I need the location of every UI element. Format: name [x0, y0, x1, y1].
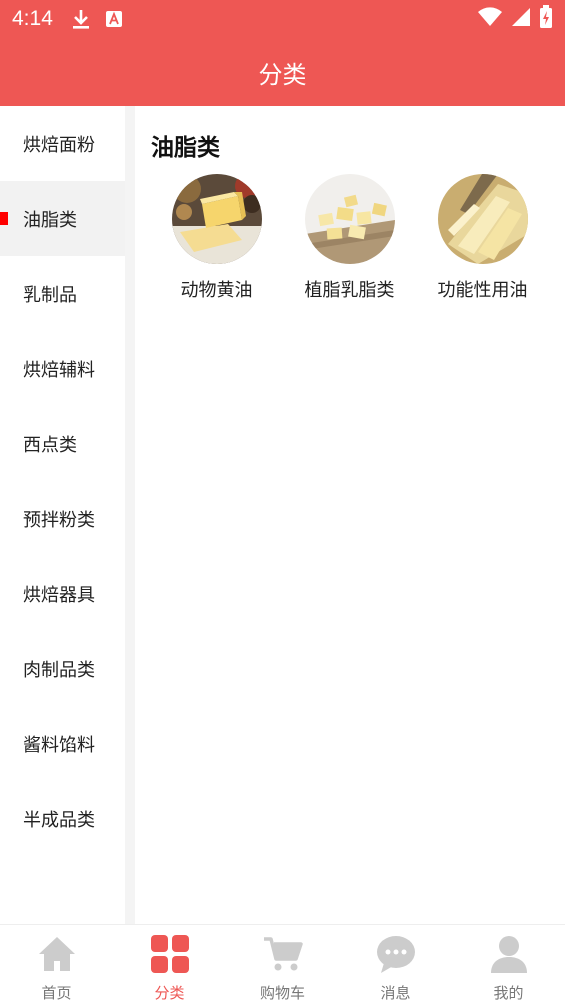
sidebar-item-label: 半成品类: [23, 809, 95, 831]
sidebar-item-dairy[interactable]: 乳制品: [0, 256, 125, 331]
sidebar-item-label: 烘焙器具: [23, 584, 95, 606]
sidebar-item-semi-finished[interactable]: 半成品类: [0, 781, 125, 856]
sidebar-item-label: 烘焙面粉: [23, 134, 95, 156]
sidebar-item-sauces-fillings[interactable]: 酱料馅料: [0, 706, 125, 781]
section-title: 油脂类: [151, 135, 220, 161]
app-bar: 分类: [0, 38, 565, 106]
sidebar-item-oils-fats[interactable]: 油脂类: [0, 181, 125, 256]
butter-cubes-image: [304, 174, 395, 264]
sidebar-divider: [125, 106, 135, 924]
subcategory-label: 动物黄油: [180, 280, 253, 301]
battery-icon: [539, 5, 553, 33]
butter-block-image: [171, 174, 262, 264]
home-icon: [37, 934, 77, 978]
sidebar-item-pastry[interactable]: 西点类: [0, 406, 125, 481]
chat-icon: [376, 934, 416, 978]
sidebar-item-bakeware[interactable]: 烘焙器具: [0, 556, 125, 631]
tab-label: 购物车: [259, 984, 305, 1002]
bottom-tab-bar: 首页 分类 购物车 消息 我的: [0, 924, 565, 1004]
subcategory-grid: 动物黄油 植脂乳脂类 功能性用油: [135, 174, 565, 302]
category-content: 油脂类 动物黄油 植脂乳脂类 功能性用油: [135, 106, 565, 924]
a-text-icon: [105, 10, 123, 28]
sidebar-item-premix[interactable]: 预拌粉类: [0, 481, 125, 556]
tab-home[interactable]: 首页: [0, 925, 113, 1004]
category-sidebar: 烘焙面粉 油脂类 乳制品 烘焙辅料 西点类 预拌粉类 烘焙器具 肉制品类 酱料馅…: [0, 106, 125, 924]
tab-label: 我的: [493, 984, 524, 1002]
signal-icon: [511, 7, 531, 31]
sidebar-item-baking-accessories[interactable]: 烘焙辅料: [0, 331, 125, 406]
subcategory-label: 功能性用油: [437, 280, 528, 301]
tab-profile[interactable]: 我的: [452, 925, 565, 1004]
cart-icon: [263, 934, 303, 978]
tab-label: 分类: [154, 984, 185, 1002]
sidebar-item-label: 油脂类: [23, 209, 77, 231]
subcategory-animal-butter[interactable]: 动物黄油: [150, 174, 283, 302]
status-bar: 4:14: [0, 0, 565, 38]
subcategory-label: 植脂乳脂类: [304, 280, 395, 301]
sidebar-item-label: 烘焙辅料: [23, 359, 95, 381]
tab-label: 首页: [41, 984, 72, 1002]
user-icon: [489, 934, 529, 978]
tab-category[interactable]: 分类: [113, 925, 226, 1004]
sidebar-item-baking-flour[interactable]: 烘焙面粉: [0, 106, 125, 181]
sidebar-item-label: 酱料馅料: [23, 734, 95, 756]
status-time: 4:14: [12, 7, 53, 30]
subcategory-functional-oil[interactable]: 功能性用油: [416, 174, 549, 302]
wifi-icon: [477, 7, 503, 31]
tab-messages[interactable]: 消息: [339, 925, 452, 1004]
butter-slices-image: [437, 174, 528, 264]
sidebar-item-label: 肉制品类: [23, 659, 95, 681]
download-icon: [71, 8, 91, 30]
page-title: 分类: [258, 60, 307, 89]
tab-label: 消息: [380, 984, 411, 1002]
grid-icon: [150, 934, 190, 978]
sidebar-item-meat[interactable]: 肉制品类: [0, 631, 125, 706]
sidebar-item-label: 西点类: [23, 434, 77, 456]
tab-cart[interactable]: 购物车: [226, 925, 339, 1004]
sidebar-item-label: 预拌粉类: [23, 509, 95, 531]
subcategory-vegetable-dairy-fat[interactable]: 植脂乳脂类: [283, 174, 416, 302]
active-marker: [0, 212, 8, 225]
sidebar-item-label: 乳制品: [23, 284, 77, 306]
